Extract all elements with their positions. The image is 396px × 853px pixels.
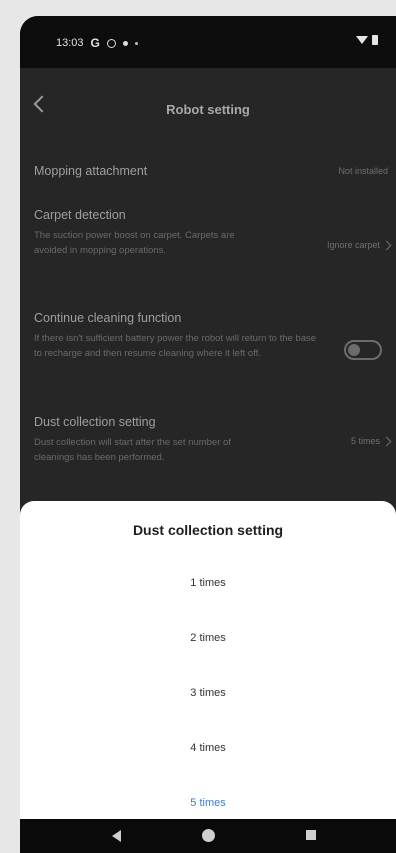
dust-collection-sheet: Dust collection setting 1 times 2 times … <box>20 501 396 819</box>
setting-value: Ignore carpet <box>326 240 380 250</box>
continue-cleaning-toggle[interactable] <box>344 340 382 360</box>
target-icon <box>106 38 116 48</box>
setting-continue-cleaning: Continue cleaning function If there isn'… <box>34 311 388 361</box>
status-left: 13:03 G <box>56 36 138 50</box>
battery-icon <box>372 35 378 45</box>
app-bar: Robot setting <box>20 68 396 144</box>
system-nav-bar <box>20 819 396 853</box>
setting-value: Not installed <box>338 166 388 176</box>
clock: 13:03 <box>56 37 84 49</box>
page-title: Robot setting <box>166 102 250 117</box>
setting-value: 5 times <box>350 436 380 446</box>
setting-mopping-attachment[interactable]: Mopping attachment Not installed <box>34 164 388 178</box>
back-triangle-icon[interactable] <box>112 830 121 842</box>
option-3-times[interactable]: 3 times <box>20 673 396 713</box>
chevron-right-icon <box>381 436 392 447</box>
setting-dust-collection[interactable]: Dust collection setting Dust collection … <box>34 415 392 465</box>
toggle-knob <box>348 344 360 356</box>
wifi-icon <box>356 36 368 44</box>
setting-title: Carpet detection <box>34 208 126 222</box>
option-2-times[interactable]: 2 times <box>20 618 396 658</box>
status-right <box>356 35 378 45</box>
setting-title: Continue cleaning function <box>34 311 182 325</box>
google-icon: G <box>90 36 100 50</box>
setting-description: If there isn't sufficient battery power … <box>34 333 317 359</box>
option-4-times[interactable]: 4 times <box>20 728 396 768</box>
setting-carpet-detection[interactable]: Carpet detection The suction power boost… <box>34 208 392 258</box>
setting-description: Dust collection will start after the set… <box>34 437 231 463</box>
dot-icon <box>122 40 128 46</box>
setting-title: Mopping attachment <box>34 164 148 178</box>
status-bar: 13:03 G <box>20 16 396 68</box>
chevron-right-icon <box>381 240 392 251</box>
setting-description: The suction power boost on carpet. Carpe… <box>34 230 235 256</box>
home-circle-icon[interactable] <box>202 829 215 842</box>
option-1-times[interactable]: 1 times <box>20 563 396 603</box>
phone-frame: 13:03 G Robot setting Mopping attachment… <box>20 16 396 853</box>
setting-title: Dust collection setting <box>34 415 156 429</box>
small-dot-icon <box>134 41 138 45</box>
sheet-title: Dust collection setting <box>132 522 284 538</box>
option-5-times[interactable]: 5 times <box>20 783 396 823</box>
recents-square-icon[interactable] <box>306 830 316 840</box>
